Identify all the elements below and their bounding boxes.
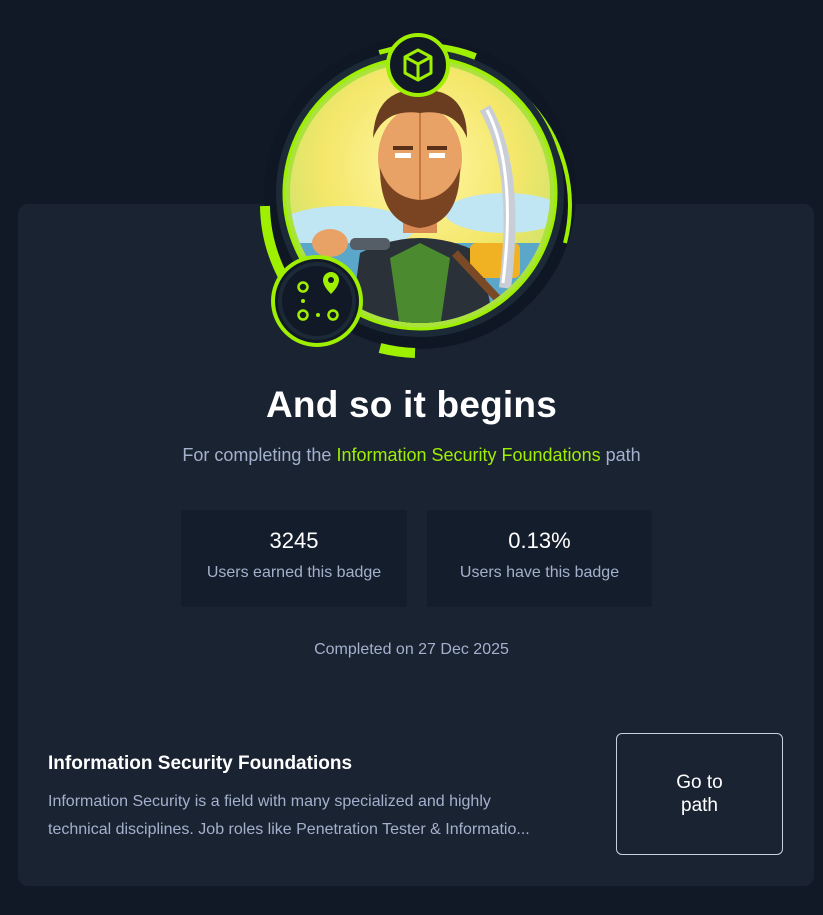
completed-date: Completed on 27 Dec 2025 [314,641,509,658]
path-description-line: technical disciplines. Job roles like Pe… [48,821,530,838]
path-description-line: Information Security is a field with man… [48,793,491,810]
path-description: Information Security is a field with man… [48,788,588,844]
badge-description: For completing the Information Security … [0,445,823,466]
stat-label: Users have this badge [459,564,620,581]
go-to-path-label-line2: path [681,795,718,816]
stat-label: Users earned this badge [206,564,382,581]
badge-title: And so it begins [266,384,557,425]
stat-users-percent: 0.13% Users have this badge [427,510,652,607]
stat-value: 3245 [269,528,319,553]
stat-users-earned: 3245 Users earned this badge [181,510,407,607]
path-title: Information Security Foundations [48,753,353,774]
badge-image [255,28,585,358]
go-to-path-label-line1: Go to [676,772,723,793]
go-to-path-button[interactable]: Go to path [616,733,783,855]
path-link[interactable]: Information Security Foundations [336,445,600,465]
description-suffix: path [605,445,641,465]
stat-value: 0.13% [508,528,571,553]
description-prefix: For completing the [182,445,332,465]
